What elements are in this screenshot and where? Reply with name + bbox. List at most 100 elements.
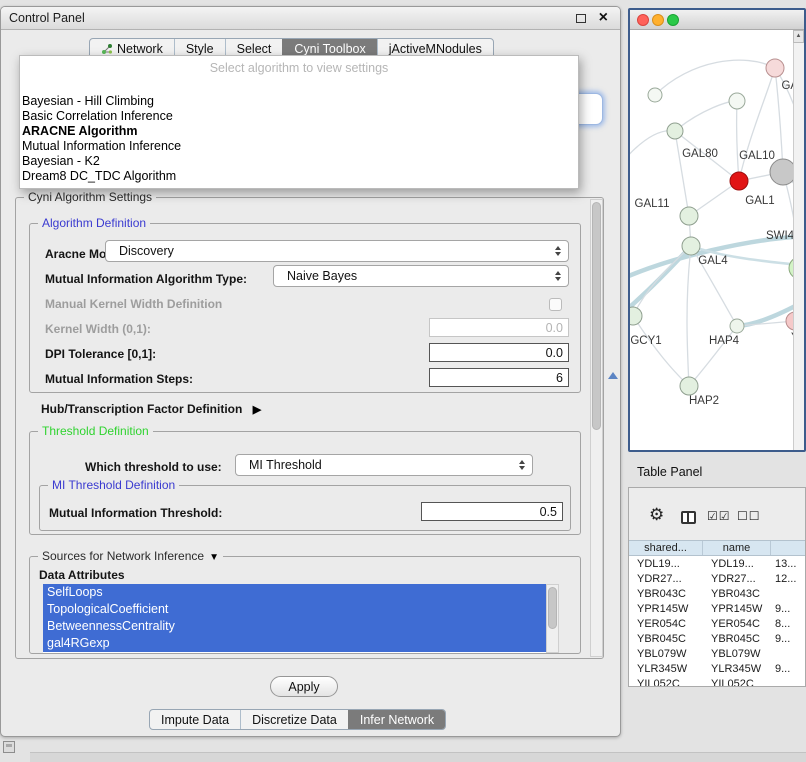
network-edge [655, 60, 775, 95]
node-label[interactable]: GAL1 [745, 195, 774, 207]
network-node[interactable] [680, 207, 698, 225]
tab-label: Network [117, 42, 163, 56]
cell: 9... [771, 661, 805, 676]
node-label[interactable]: GAL80 [682, 148, 718, 160]
table-body: YDL19... YDL19... 13... YDR27... YDR27..… [629, 556, 805, 686]
cell: YDR27... [629, 571, 703, 586]
table-row[interactable]: YDR27... YDR27... 12... [629, 571, 805, 586]
collapsed-arrow-icon[interactable]: ▶ [253, 403, 261, 416]
control-panel-titlebar[interactable]: Control Panel × [1, 7, 620, 30]
node-label[interactable]: HAP4 [709, 335, 739, 347]
network-window-titlebar[interactable] [630, 10, 804, 30]
dropdown-item[interactable]: Basic Correlation Inference [20, 109, 578, 124]
network-node-red[interactable] [730, 172, 748, 190]
list-item[interactable]: BetweennessCentrality [43, 618, 546, 635]
bottom-tab-discretize-data[interactable]: Discretize Data [240, 710, 348, 729]
minimized-panel-icon[interactable] [3, 741, 15, 753]
manual-kernel-width-checkbox[interactable] [549, 298, 562, 311]
dropdown-placeholder: Select algorithm to view settings [20, 61, 578, 75]
table-row[interactable]: YBR045C YBR045C 9... [629, 631, 805, 646]
dropdown-item-selected[interactable]: ARACNE Algorithm [20, 124, 578, 139]
mi-algorithm-type-select[interactable]: Naive Bayes [273, 265, 569, 287]
column-header-name[interactable]: name [703, 541, 771, 555]
group-title: Algorithm Definition [38, 216, 150, 230]
list-item[interactable]: gal4RGexp [43, 635, 546, 652]
horizontal-scrollbar[interactable] [30, 752, 806, 762]
show-columns-icon[interactable] [681, 511, 696, 524]
attributes-list-scrollbar-thumb[interactable] [548, 587, 557, 629]
network-node[interactable] [667, 123, 683, 139]
table-row[interactable]: YLR345W YLR345W 9... [629, 661, 805, 676]
data-attributes-list[interactable]: SelfLoops TopologicalCoefficient Between… [43, 584, 559, 653]
network-node[interactable] [630, 307, 642, 325]
cell: YPR145W [703, 601, 771, 616]
zoom-traffic-light[interactable] [667, 14, 679, 26]
dropdown-item[interactable]: Bayesian - K2 [20, 154, 578, 169]
network-node[interactable] [766, 59, 784, 77]
settings-scrollbar[interactable] [590, 199, 603, 657]
which-threshold-select[interactable]: MI Threshold [235, 454, 533, 476]
table-row[interactable]: YBR043C YBR043C [629, 586, 805, 601]
cell: YER054C [629, 616, 703, 631]
network-node[interactable] [682, 237, 700, 255]
mi-steps-field[interactable]: 6 [429, 368, 569, 387]
node-label[interactable]: GAL11 [635, 198, 670, 210]
group-title: Cyni Algorithm Settings [24, 190, 156, 204]
dropdown-item[interactable]: Bayesian - Hill Climbing [20, 94, 578, 109]
network-vertical-scrollbar[interactable] [793, 43, 804, 450]
splitter-toggle-arrow[interactable] [608, 372, 618, 379]
mi-threshold-label: Mutual Information Threshold: [49, 506, 222, 520]
node-label[interactable]: GCY1 [630, 335, 661, 347]
tab-label: Discretize Data [252, 713, 337, 727]
cell: YBR043C [703, 586, 771, 601]
cell: YIL052C [629, 676, 703, 687]
mi-threshold-field[interactable]: 0.5 [421, 502, 563, 521]
float-window-icon[interactable] [576, 14, 586, 23]
table-row[interactable]: YBL079W YBL079W [629, 646, 805, 661]
unselect-all-columns-icon[interactable]: ☐☐ [737, 509, 761, 523]
table-row[interactable]: YPR145W YPR145W 9... [629, 601, 805, 616]
apply-button[interactable]: Apply [270, 676, 338, 697]
bottom-tab-infer-network[interactable]: Infer Network [348, 710, 445, 729]
close-window-icon[interactable]: × [599, 9, 608, 27]
network-node[interactable] [680, 377, 698, 395]
dropdown-item[interactable]: Dream8 DC_TDC Algorithm [20, 169, 578, 184]
network-node[interactable] [648, 88, 662, 102]
algorithm-dropdown-popup: Select algorithm to view settings Bayesi… [19, 55, 579, 189]
scroll-up-arrow-icon[interactable]: ▲ [793, 30, 804, 43]
attributes-list-scrollbar[interactable] [546, 584, 559, 653]
expanded-arrow-icon[interactable]: ▼ [209, 552, 219, 563]
bottom-tab-impute-data[interactable]: Impute Data [150, 710, 240, 729]
table-panel-title: Table Panel [637, 465, 702, 479]
table-row[interactable]: YER054C YER054C 8... [629, 616, 805, 631]
selected-value: Naive Bayes [287, 269, 357, 283]
cell: YDL19... [629, 556, 703, 571]
select-all-columns-icon[interactable]: ☑☑ [707, 509, 731, 523]
kernel-width-field[interactable]: 0.0 [429, 318, 569, 337]
cell [771, 676, 805, 687]
node-label[interactable]: GAL4 [698, 255, 727, 267]
minimize-traffic-light[interactable] [652, 14, 664, 26]
group-title: MI Threshold Definition [48, 478, 179, 492]
node-label[interactable]: SWI4 [766, 230, 794, 242]
settings-scrollbar-thumb[interactable] [592, 202, 601, 430]
table-row[interactable]: YDL19... YDL19... 13... [629, 556, 805, 571]
node-label[interactable]: HAP2 [689, 395, 719, 407]
gear-icon[interactable]: ⚙ [649, 505, 664, 525]
network-tab-icon [101, 43, 113, 55]
network-node[interactable] [730, 319, 744, 333]
tab-label: Select [237, 42, 272, 56]
dpi-tolerance-field[interactable]: 0.0 [429, 343, 569, 362]
network-node[interactable] [729, 93, 745, 109]
aracne-mode-select[interactable]: Discovery [105, 240, 569, 262]
dropdown-item[interactable]: Mutual Information Inference [20, 139, 578, 154]
hub-transcription-factor-section[interactable]: Hub/Transcription Factor Definition ▶ [41, 402, 261, 416]
tab-label: Impute Data [161, 713, 229, 727]
column-header-clipped[interactable] [771, 541, 805, 555]
list-item[interactable]: TopologicalCoefficient [43, 601, 546, 618]
table-row[interactable]: YIL052C YIL052C [629, 676, 805, 687]
column-header-shared-name[interactable]: shared... [629, 541, 703, 555]
list-item[interactable]: SelfLoops [43, 584, 546, 601]
close-traffic-light[interactable] [637, 14, 649, 26]
node-label[interactable]: GAL10 [739, 150, 775, 162]
